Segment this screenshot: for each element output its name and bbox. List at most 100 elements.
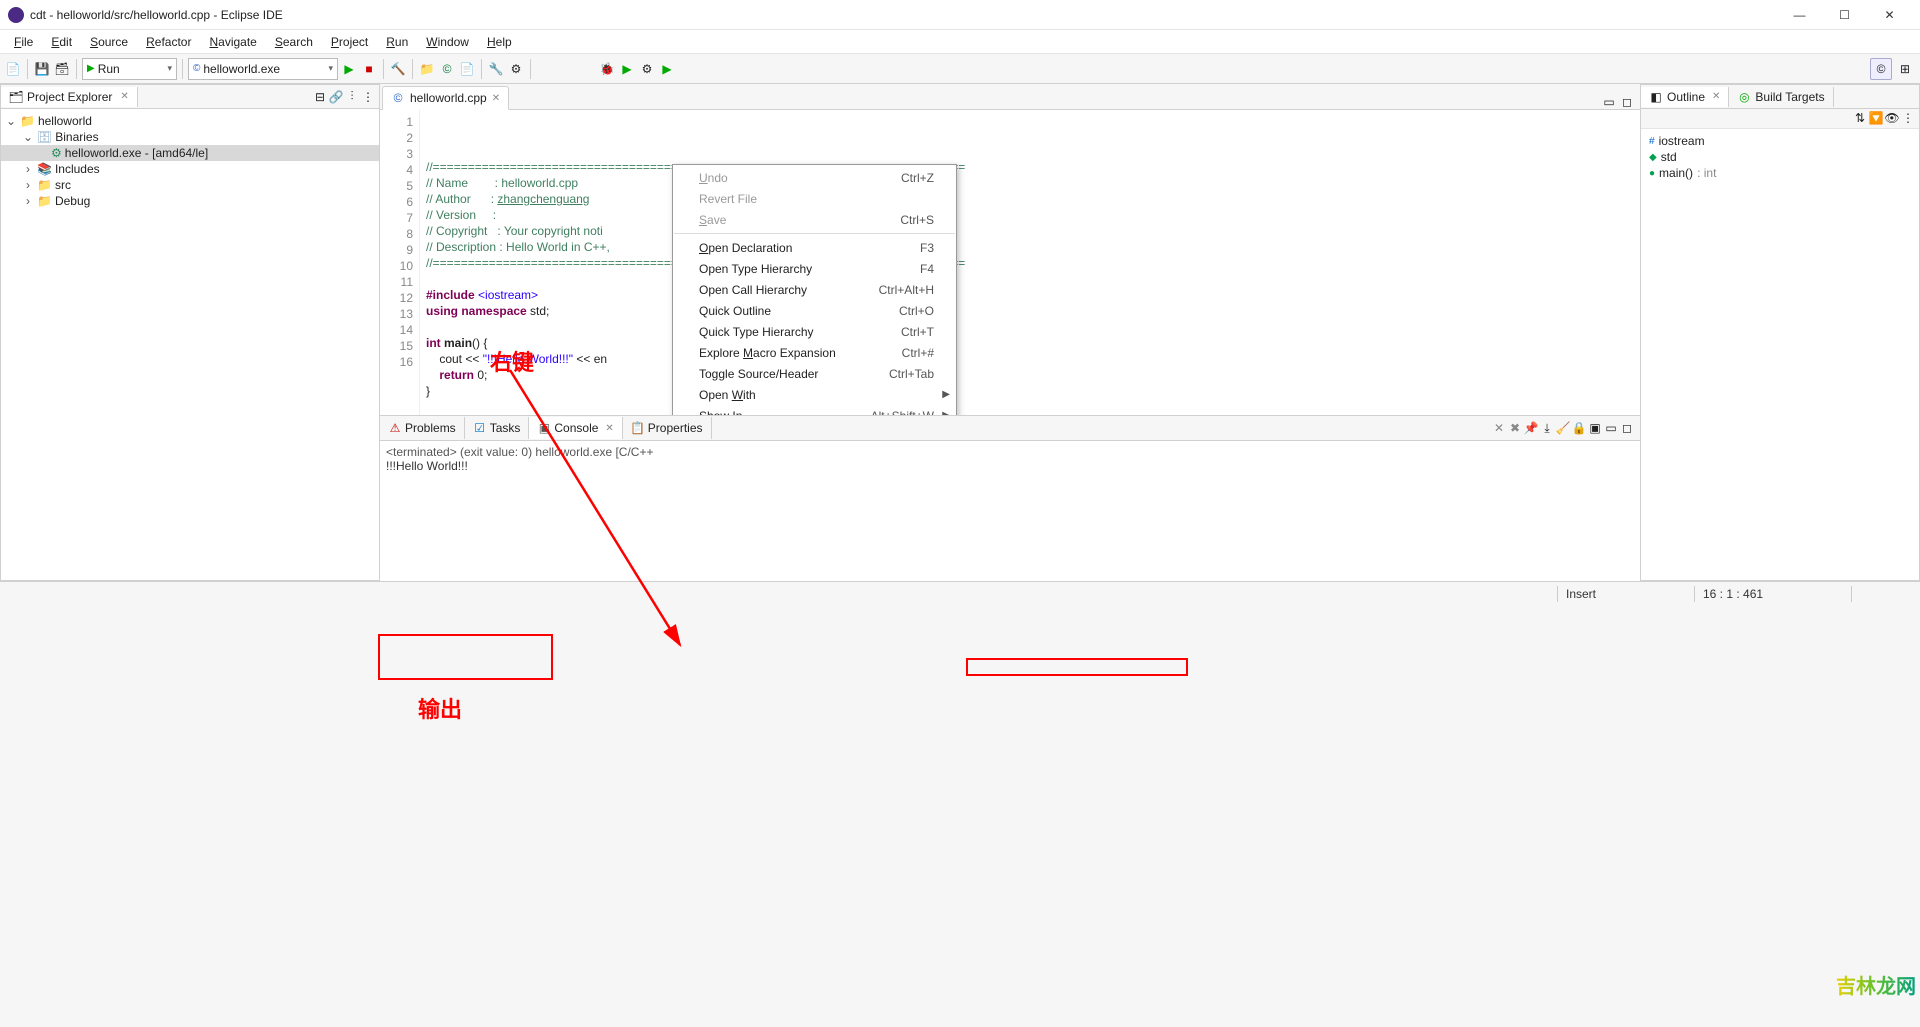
tasks-icon: ☑ — [473, 421, 487, 435]
debug-icon[interactable]: 🐞 — [598, 60, 616, 78]
line-gutter: 12345678910111213141516 — [380, 110, 420, 415]
ctx-explore-macro-expansion[interactable]: Explore Macro ExpansionCtrl+# — [673, 342, 956, 363]
minimize-button[interactable]: ― — [1777, 1, 1822, 29]
editor-tab[interactable]: © helloworld.cpp ✕ — [382, 86, 509, 110]
build-icon[interactable]: 🔨 — [389, 60, 407, 78]
collapse-all-icon[interactable]: ⊟ — [313, 90, 327, 104]
ctx-open-with[interactable]: Open With▶ — [673, 384, 956, 405]
console-removeall-icon[interactable]: ✖ — [1508, 421, 1522, 435]
console-open-icon[interactable]: ▣ — [1588, 421, 1602, 435]
launch-config-select[interactable]: ©helloworld.exe ▾ — [188, 58, 338, 80]
project-explorer-tab[interactable]: 🗂 Project Explorer ✕ — [1, 87, 138, 107]
outline-menu-icon[interactable]: ⋮ — [1901, 111, 1915, 125]
save-all-icon[interactable]: 🗃 — [53, 60, 71, 78]
console-clear-icon[interactable]: 🧹 — [1556, 421, 1570, 435]
outline-item[interactable]: ●main() : int — [1647, 165, 1913, 181]
maximize-view-icon[interactable]: ◻ — [1620, 421, 1634, 435]
problems-icon: ⚠ — [388, 421, 402, 435]
ctx-open-call-hierarchy[interactable]: Open Call HierarchyCtrl+Alt+H — [673, 279, 956, 300]
maximize-editor-icon[interactable]: ◻ — [1620, 95, 1634, 109]
outline-item[interactable]: #iostream — [1647, 133, 1913, 149]
statusbar: Insert 16 : 1 : 461 — [0, 581, 1920, 605]
window-title: cdt - helloworld/src/helloworld.cpp - Ec… — [30, 8, 1777, 22]
watermark: 吉林龙网 — [1836, 970, 1916, 999]
build-targets-icon: ◎ — [1737, 90, 1751, 104]
tree-debug[interactable]: ›📁Debug — [1, 193, 379, 209]
outline-hide-icon[interactable]: 👁 — [1885, 111, 1899, 125]
console-scroll-icon[interactable]: ⤓ — [1540, 421, 1554, 435]
outline-item[interactable]: ◆std — [1647, 149, 1913, 165]
close-tab-icon[interactable]: ✕ — [492, 93, 500, 104]
close-button[interactable]: ✕ — [1867, 1, 1912, 29]
tree-src[interactable]: ›📁src — [1, 177, 379, 193]
menu-search[interactable]: Search — [267, 33, 321, 51]
console-pin-icon[interactable]: 📌 — [1524, 421, 1538, 435]
launch-mode-select[interactable]: ▶Run ▾ — [82, 58, 177, 80]
maximize-button[interactable]: ☐ — [1822, 1, 1867, 29]
console-header: <terminated> (exit value: 0) helloworld.… — [386, 445, 1634, 459]
menu-source[interactable]: Source — [82, 33, 136, 51]
project-explorer-icon: 🗂 — [9, 90, 23, 104]
outline-tree: #iostream◆std●main() : int — [1641, 129, 1919, 185]
tab-properties[interactable]: 📋Properties — [623, 417, 712, 439]
tab-problems[interactable]: ⚠Problems — [380, 417, 465, 439]
menu-refactor[interactable]: Refactor — [138, 33, 199, 51]
outline-panel: ◧ Outline ✕ ◎ Build Targets ⇅ 🔽 👁 ⋮ #ios… — [1640, 84, 1920, 581]
project-explorer-title: Project Explorer — [27, 90, 112, 104]
ctx-open-declaration[interactable]: Open DeclarationF3 — [673, 237, 956, 258]
outline-title: Outline — [1667, 90, 1705, 104]
main-toolbar: 📄 💾 🗃 ▶Run ▾ ©helloworld.exe ▾ ▶ ■ 🔨 📁 ©… — [0, 54, 1920, 84]
menu-edit[interactable]: Edit — [43, 33, 80, 51]
tree-binaries[interactable]: ⌄🗄Binaries — [1, 129, 379, 145]
hammer-icon[interactable]: 🔧 — [487, 60, 505, 78]
ctx-quick-outline[interactable]: Quick OutlineCtrl+O — [673, 300, 956, 321]
console-remove-icon[interactable]: ✕ — [1492, 421, 1506, 435]
outline-filter-icon[interactable]: 🔽 — [1869, 111, 1883, 125]
outline-sort-icon[interactable]: ⇅ — [1853, 111, 1867, 125]
class-icon[interactable]: © — [438, 60, 456, 78]
link-editor-icon[interactable]: 🔗 — [329, 90, 343, 104]
menu-window[interactable]: Window — [418, 33, 477, 51]
tree-project[interactable]: ⌄📁helloworld — [1, 113, 379, 129]
save-icon[interactable]: 💾 — [33, 60, 51, 78]
gear-icon[interactable]: ⚙ — [638, 60, 656, 78]
tree-includes[interactable]: ›📚Includes — [1, 161, 379, 177]
menu-navigate[interactable]: Navigate — [201, 33, 264, 51]
code-editor[interactable]: 12345678910111213141516 //==============… — [380, 110, 1640, 415]
tree-binary-item[interactable]: ⚙helloworld.exe - [amd64/le] — [1, 145, 379, 161]
outline-tab[interactable]: ◧ Outline ✕ — [1641, 87, 1729, 107]
new-icon[interactable]: 📄 — [4, 60, 22, 78]
ctx-revert-file: Revert File — [673, 188, 956, 209]
ctx-toggle-source-header[interactable]: Toggle Source/HeaderCtrl+Tab — [673, 363, 956, 384]
perspective-cpp-icon[interactable]: © — [1870, 58, 1892, 80]
toggle-icon[interactable]: ⚙ — [507, 60, 525, 78]
ctx-undo: UndoCtrl+Z — [673, 167, 956, 188]
menu-file[interactable]: File — [6, 33, 41, 51]
tab-tasks[interactable]: ☑Tasks — [465, 417, 530, 439]
menu-run[interactable]: Run — [378, 33, 416, 51]
minimize-view-icon[interactable]: ▭ — [1604, 421, 1618, 435]
ctx-open-type-hierarchy[interactable]: Open Type HierarchyF4 — [673, 258, 956, 279]
eclipse-icon — [8, 7, 24, 23]
menu-help[interactable]: Help — [479, 33, 520, 51]
ctx-quick-type-hierarchy[interactable]: Quick Type HierarchyCtrl+T — [673, 321, 956, 342]
minimize-editor-icon[interactable]: ▭ — [1602, 95, 1616, 109]
code-area[interactable]: //======================================… — [420, 110, 1640, 415]
launch-config-label: helloworld.exe — [203, 62, 280, 76]
menu-project[interactable]: Project — [323, 33, 376, 51]
file-icon[interactable]: 📄 — [458, 60, 476, 78]
console-body[interactable]: <terminated> (exit value: 0) helloworld.… — [380, 441, 1640, 581]
run-icon[interactable]: ▶ — [340, 60, 358, 78]
view-menu-icon[interactable]: ⋮ — [361, 90, 375, 104]
console-lock-icon[interactable]: 🔒 — [1572, 421, 1586, 435]
run-dropdown-icon[interactable]: ▶ — [618, 60, 636, 78]
build-targets-tab[interactable]: ◎ Build Targets — [1729, 87, 1833, 107]
ctx-show-in[interactable]: Show InAlt+Shift+W▶ — [673, 405, 956, 415]
stop-icon[interactable]: ■ — [360, 60, 378, 78]
profile-icon[interactable]: ▶ — [658, 60, 676, 78]
folder-icon[interactable]: 📁 — [418, 60, 436, 78]
build-targets-title: Build Targets — [1755, 90, 1824, 104]
perspective-other-icon[interactable]: ⊞ — [1894, 58, 1916, 80]
tab-console[interactable]: ▣Console✕ — [529, 417, 622, 439]
filter-icon[interactable]: ⫶ — [345, 90, 359, 104]
